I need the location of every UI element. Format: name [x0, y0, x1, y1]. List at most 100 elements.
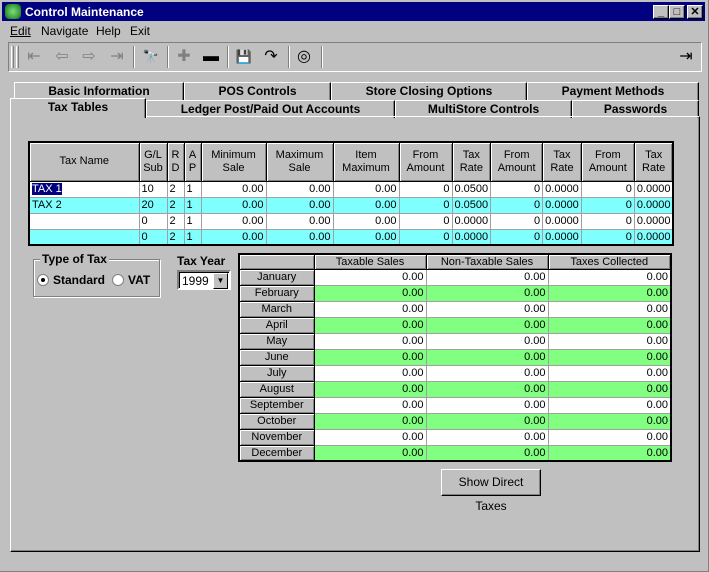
tax-table-cell[interactable]	[29, 213, 140, 230]
col-from-amount-2[interactable]: From Amount	[490, 141, 544, 182]
tax-table-cell[interactable]: 0.0000	[634, 213, 674, 230]
monthly-cell[interactable]: 0.00	[548, 301, 672, 318]
col-tax-name[interactable]: Tax Name	[28, 141, 140, 182]
tax-table-cell[interactable]: 2	[167, 213, 185, 230]
tab-pos-controls[interactable]: POS Controls	[184, 82, 331, 100]
tax-table-cell[interactable]: 0.0000	[634, 229, 674, 246]
monthly-cell[interactable]: 0.00	[426, 301, 549, 318]
tax-table-cell[interactable]: 0.0000	[634, 197, 674, 214]
binoculars-find-icon[interactable]: 🔭	[140, 48, 162, 66]
radio-vat-indicator[interactable]	[112, 274, 124, 286]
tax-table-row[interactable]: 0 2 1 0.00 0.00 0.00 0 0.0000 0 0.0000 0 0.0000	[29, 213, 674, 230]
tax-table-cell[interactable]: 0.00	[333, 213, 400, 230]
menu-help[interactable]: Help	[96, 24, 121, 38]
tax-table-row[interactable]: 0 2 1 0.00 0.00 0.00 0 0.0000 0 0.0000 0 0.0000	[29, 229, 674, 246]
previous-record-icon[interactable]: ⇦	[51, 48, 73, 66]
col-minimum-sale[interactable]: Minimum Sale	[200, 141, 267, 182]
tax-table-cell[interactable]: 0.00	[266, 213, 334, 230]
monthly-cell[interactable]: 0.00	[426, 333, 549, 350]
monthly-cell[interactable]: 0.00	[314, 269, 427, 286]
undo-icon[interactable]: ↷	[260, 48, 282, 66]
monthly-cell[interactable]: 0.00	[548, 349, 672, 366]
monthly-row[interactable]: October 0.00 0.00 0.00	[238, 412, 672, 430]
monthly-cell[interactable]: 0.00	[426, 445, 549, 462]
tax-table-cell[interactable]: 1	[184, 213, 202, 230]
tax-table-cell[interactable]: 0.00	[333, 181, 400, 198]
month-row-header[interactable]: January	[238, 268, 315, 286]
monthly-cell[interactable]: 0.00	[426, 365, 549, 382]
monthly-cell[interactable]: 0.00	[548, 413, 672, 430]
tax-table-cell[interactable]: TAX 1	[29, 181, 140, 198]
tax-table-cell[interactable]: 0	[581, 197, 635, 214]
monthly-cell[interactable]: 0.00	[426, 269, 549, 286]
monthly-cell[interactable]: 0.00	[314, 317, 427, 334]
tax-year-select[interactable]: 1999 ▼	[177, 270, 231, 290]
menu-edit[interactable]: Edit	[10, 24, 31, 38]
monthly-row[interactable]: April 0.00 0.00 0.00	[238, 316, 672, 334]
save-icon[interactable]: 💾	[233, 48, 255, 66]
tax-table-cell[interactable]: 0.00	[333, 229, 400, 246]
monthly-cell[interactable]: 0.00	[426, 381, 549, 398]
monthly-cell[interactable]: 0.00	[314, 301, 427, 318]
tax-table-row[interactable]: TAX 1 10 2 1 0.00 0.00 0.00 0 0.0500 0 0.0000 0 0.00…	[29, 181, 674, 198]
menu-exit[interactable]: Exit	[130, 24, 150, 38]
monthly-cell[interactable]: 0.00	[548, 285, 672, 302]
monthly-cell[interactable]: 0.00	[548, 381, 672, 398]
month-row-header[interactable]: September	[238, 396, 315, 414]
tax-table-cell[interactable]: 0	[399, 213, 453, 230]
tax-table-cell[interactable]: 2	[167, 197, 185, 214]
radio-standard-indicator[interactable]	[37, 274, 49, 286]
tax-table-cell[interactable]: 0.00	[333, 197, 400, 214]
last-record-icon[interactable]: ⇥	[106, 48, 128, 66]
tax-table-cell[interactable]: 2	[167, 181, 185, 198]
col-taxable-sales[interactable]: Taxable Sales	[313, 253, 427, 270]
col-maximum-sale[interactable]: Maximum Sale	[265, 141, 334, 182]
monthly-cell[interactable]: 0.00	[548, 317, 672, 334]
col-ap[interactable]: A P	[183, 141, 202, 182]
monthly-cell[interactable]: 0.00	[314, 365, 427, 382]
monthly-cell[interactable]: 0.00	[314, 397, 427, 414]
tax-table-grid[interactable]: Tax Name G/L Sub R D A P Minimum Sale Ma…	[28, 141, 675, 246]
menu-navigate[interactable]: Navigate	[41, 24, 88, 38]
monthly-cell[interactable]: 0.00	[314, 349, 427, 366]
tax-table-cell[interactable]: 0	[490, 181, 544, 198]
monthly-cell[interactable]: 0.00	[314, 429, 427, 446]
tax-table-cell[interactable]: 0.00	[201, 213, 267, 230]
monthly-cell[interactable]: 0.00	[314, 413, 427, 430]
monthly-cell[interactable]: 0.00	[548, 333, 672, 350]
monthly-row[interactable]: September 0.00 0.00 0.00	[238, 396, 672, 414]
tax-table-cell[interactable]: 1	[184, 197, 202, 214]
col-from-amount-1[interactable]: From Amount	[398, 141, 453, 182]
month-row-header[interactable]: February	[238, 284, 315, 302]
tax-table-cell[interactable]: 0.0000	[542, 197, 582, 214]
monthly-cell[interactable]: 0.00	[314, 445, 427, 462]
tax-table-cell[interactable]: 20	[139, 197, 168, 214]
delete-record-icon[interactable]: ▬	[200, 48, 222, 66]
col-taxes-collected[interactable]: Taxes Collected	[547, 253, 672, 270]
tab-store-closing-options[interactable]: Store Closing Options	[331, 82, 527, 100]
tax-table-cell[interactable]: 0.00	[266, 229, 334, 246]
tax-table-cell[interactable]: 0	[139, 213, 168, 230]
tax-table-cell[interactable]: 0	[490, 213, 544, 230]
tax-table-cell[interactable]: 0.0000	[542, 213, 582, 230]
tax-table-cell[interactable]: 2	[167, 229, 185, 246]
monthly-cell[interactable]: 0.00	[314, 285, 427, 302]
monthly-cell[interactable]: 0.00	[314, 333, 427, 350]
tax-table-cell[interactable]	[29, 229, 140, 246]
monthly-cell[interactable]: 0.00	[548, 365, 672, 382]
toolbar-grip[interactable]	[11, 46, 14, 68]
tax-table-cell[interactable]: TAX 2	[29, 197, 140, 214]
month-row-header[interactable]: August	[238, 380, 315, 398]
monthly-row[interactable]: January 0.00 0.00 0.00	[238, 268, 672, 286]
monthly-cell[interactable]: 0.00	[314, 381, 427, 398]
show-direct-taxes-button[interactable]: Show Direct Taxes	[441, 469, 541, 513]
month-row-header[interactable]: July	[238, 364, 315, 382]
monthly-cell[interactable]: 0.00	[548, 429, 672, 446]
monthly-cell[interactable]: 0.00	[426, 397, 549, 414]
add-record-icon[interactable]: ✚	[173, 48, 195, 66]
col-non-taxable-sales[interactable]: Non-Taxable Sales	[425, 253, 549, 270]
monthly-cell[interactable]: 0.00	[548, 397, 672, 414]
monthly-cell[interactable]: 0.00	[426, 349, 549, 366]
tax-table-cell[interactable]: 0	[399, 197, 453, 214]
tax-table-cell[interactable]: 0.0000	[542, 181, 582, 198]
